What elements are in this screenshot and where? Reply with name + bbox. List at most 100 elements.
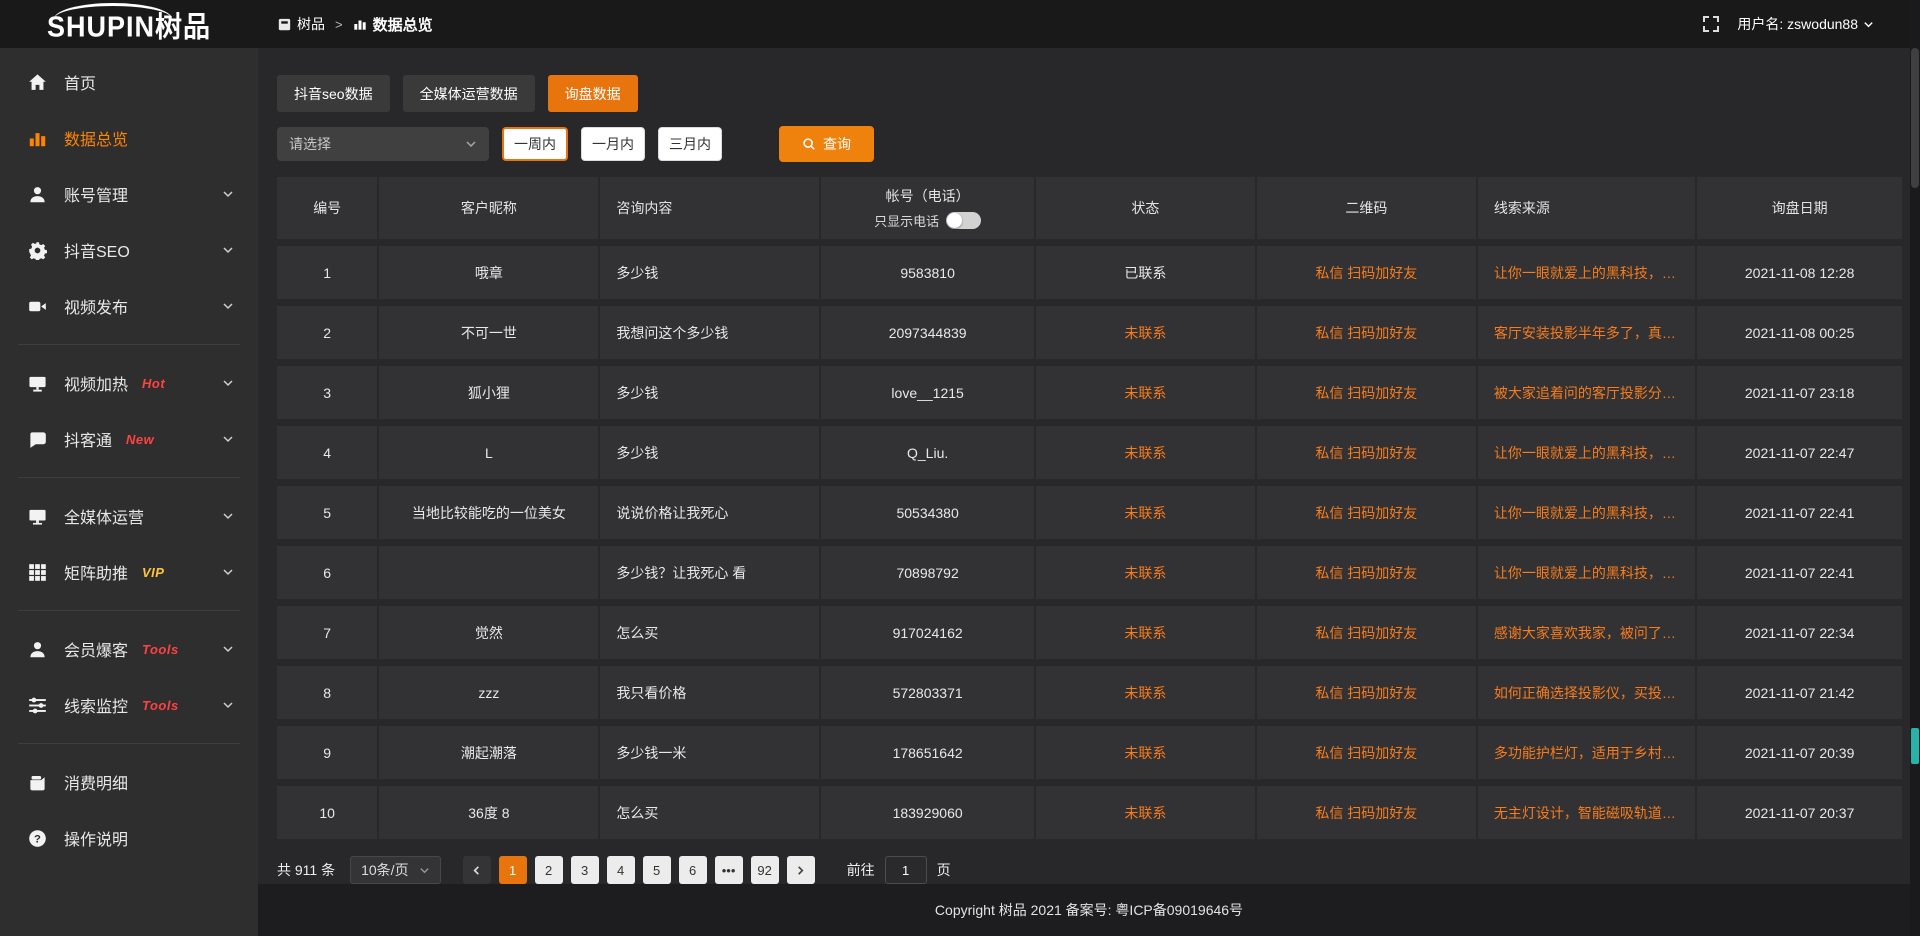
cell-qr-link[interactable]: 私信 扫码加好友 xyxy=(1315,263,1417,283)
cell-source-link[interactable]: 让你一眼就爱上的黑科技，能... xyxy=(1494,503,1685,523)
page-button-4[interactable]: 4 xyxy=(607,856,635,884)
sidebar-item-2[interactable]: 数据总览 xyxy=(0,110,258,166)
table-cell: 917024162 xyxy=(821,606,1036,659)
table-cell: 当地比较能吃的一位美女 xyxy=(379,486,600,539)
page-button-3[interactable]: 3 xyxy=(571,856,599,884)
cell-status: 未联系 xyxy=(1124,443,1166,463)
chat-icon xyxy=(28,430,47,449)
page-scrollbar[interactable] xyxy=(1910,0,1920,936)
table-cell: 多少钱 xyxy=(600,426,821,479)
table-cell: 5 xyxy=(277,486,379,539)
cell-status: 未联系 xyxy=(1124,323,1166,343)
user-menu[interactable]: 用户名: zswodun88 xyxy=(1737,14,1874,34)
menu-badge: New xyxy=(126,432,154,447)
cell-qr-link[interactable]: 私信 扫码加好友 xyxy=(1315,443,1417,463)
cell-status: 未联系 xyxy=(1124,503,1166,523)
breadcrumb-root[interactable]: 树品 xyxy=(278,14,325,34)
cell-account: 9583810 xyxy=(900,265,955,281)
user-icon xyxy=(28,185,47,204)
prev-page-button[interactable] xyxy=(463,856,491,884)
sidebar-item-8[interactable]: 抖客通New xyxy=(0,411,258,467)
period-button-1[interactable]: 一周内 xyxy=(502,127,568,161)
cell-qr-link[interactable]: 私信 扫码加好友 xyxy=(1315,803,1417,823)
page-button-5[interactable]: 5 xyxy=(643,856,671,884)
table-cell: 未联系 xyxy=(1036,786,1257,839)
cell-number: 6 xyxy=(323,565,331,581)
page-button-1[interactable]: 1 xyxy=(499,856,527,884)
table-cell: 未联系 xyxy=(1036,306,1257,359)
display-icon xyxy=(28,374,47,393)
cell-source-link[interactable]: 多功能护栏灯，适用于乡村文... xyxy=(1494,743,1685,763)
cell-source-link[interactable]: 让你一眼就爱上的黑科技，能... xyxy=(1494,563,1685,583)
sidebar-item-11[interactable]: 矩阵助推VIP xyxy=(0,544,258,600)
tab-1[interactable]: 抖音seo数据 xyxy=(277,75,390,112)
sidebar-item-5[interactable]: 视频发布 xyxy=(0,278,258,334)
table-cell: 私信 扫码加好友 xyxy=(1257,726,1478,779)
sidebar-item-17[interactable]: ?操作说明 xyxy=(0,810,258,866)
table-cell: 客厅安装投影半年多了，真实... xyxy=(1478,306,1697,359)
cell-number: 9 xyxy=(323,745,331,761)
table-cell: 多少钱？让我死心 看 xyxy=(600,546,821,599)
period-button-3[interactable]: 三月内 xyxy=(658,127,722,161)
search-button[interactable]: 查询 xyxy=(779,126,874,162)
table-cell: 2021-11-08 12:28 xyxy=(1697,246,1902,299)
breadcrumb-current[interactable]: 数据总览 xyxy=(353,14,433,35)
scrollbar-thumb[interactable] xyxy=(1911,48,1919,188)
goto-page-input[interactable] xyxy=(885,856,927,884)
cell-source-link[interactable]: 无主灯设计，智能磁吸轨道灯... xyxy=(1494,803,1685,823)
table-row: 4L多少钱Q_Liu.未联系私信 扫码加好友让你一眼就爱上的黑科技，能...20… xyxy=(277,426,1902,479)
cell-account: 572803371 xyxy=(893,685,963,701)
page-button-92[interactable]: 92 xyxy=(751,856,779,884)
sidebar-item-1[interactable]: 首页 xyxy=(0,54,258,110)
account-select[interactable]: 请选择 xyxy=(277,127,489,161)
tab-2[interactable]: 全媒体运营数据 xyxy=(403,75,535,112)
cell-account: 917024162 xyxy=(893,625,963,641)
page-button-6[interactable]: 6 xyxy=(679,856,707,884)
sidebar-item-10[interactable]: 全媒体运营 xyxy=(0,488,258,544)
cell-qr-link[interactable]: 私信 扫码加好友 xyxy=(1315,503,1417,523)
cell-qr-link[interactable]: 私信 扫码加好友 xyxy=(1315,743,1417,763)
sidebar-item-7[interactable]: 视频加热Hot xyxy=(0,355,258,411)
sidebar-item-label: 消费明细 xyxy=(64,770,128,794)
sidebar-divider xyxy=(18,477,240,478)
next-page-button[interactable] xyxy=(787,856,815,884)
sidebar-item-4[interactable]: 抖音SEO xyxy=(0,222,258,278)
cell-source-link[interactable]: 让你一眼就爱上的黑科技，能... xyxy=(1494,443,1685,463)
page-button-•••[interactable]: ••• xyxy=(715,856,743,884)
cell-qr-link[interactable]: 私信 扫码加好友 xyxy=(1315,683,1417,703)
chevron-down-icon xyxy=(222,643,234,655)
cell-source-link[interactable]: 客厅安装投影半年多了，真实... xyxy=(1494,323,1685,343)
table-cell: 9 xyxy=(277,726,379,779)
cell-qr-link[interactable]: 私信 扫码加好友 xyxy=(1315,383,1417,403)
phone-toggle[interactable] xyxy=(946,212,981,229)
sidebar-item-3[interactable]: 账号管理 xyxy=(0,166,258,222)
sidebar-item-13[interactable]: 会员爆客Tools xyxy=(0,621,258,677)
cell-source-link[interactable]: 感谢大家喜欢我家，被问了好... xyxy=(1494,623,1685,643)
cell-qr-link[interactable]: 私信 扫码加好友 xyxy=(1315,623,1417,643)
fullscreen-icon[interactable] xyxy=(1703,16,1719,32)
cell-nickname: L xyxy=(485,445,493,461)
page-size-select[interactable]: 10条/页 xyxy=(350,856,440,884)
table-cell: 私信 扫码加好友 xyxy=(1257,366,1478,419)
table-cell: 2021-11-07 20:37 xyxy=(1697,786,1902,839)
page-button-2[interactable]: 2 xyxy=(535,856,563,884)
cell-date: 2021-11-07 21:42 xyxy=(1745,685,1855,701)
table-cell: zzz xyxy=(379,666,600,719)
sidebar-item-label: 线索监控 xyxy=(64,693,128,717)
cell-qr-link[interactable]: 私信 扫码加好友 xyxy=(1315,563,1417,583)
sidebar-item-16[interactable]: 消费明细 xyxy=(0,754,258,810)
cell-source-link[interactable]: 被大家追着问的客厅投影分享... xyxy=(1494,383,1685,403)
cell-content: 多少钱一米 xyxy=(616,743,686,763)
table-row: 5当地比较能吃的一位美女说说价格让我死心50534380未联系私信 扫码加好友让… xyxy=(277,486,1902,539)
cell-account: 183929060 xyxy=(893,805,963,821)
sidebar-divider xyxy=(18,610,240,611)
sidebar-item-label: 账号管理 xyxy=(64,182,128,206)
period-button-2[interactable]: 一月内 xyxy=(581,127,645,161)
sidebar-item-14[interactable]: 线索监控Tools xyxy=(0,677,258,733)
table-cell: 2021-11-07 21:42 xyxy=(1697,666,1902,719)
cell-qr-link[interactable]: 私信 扫码加好友 xyxy=(1315,323,1417,343)
cell-source-link[interactable]: 让你一眼就爱上的黑科技，能... xyxy=(1494,263,1685,283)
period-buttons: 一周内一月内三月内 xyxy=(489,127,722,161)
tab-3[interactable]: 询盘数据 xyxy=(548,75,638,112)
cell-source-link[interactable]: 如何正确选择投影仪，买投影... xyxy=(1494,683,1685,703)
